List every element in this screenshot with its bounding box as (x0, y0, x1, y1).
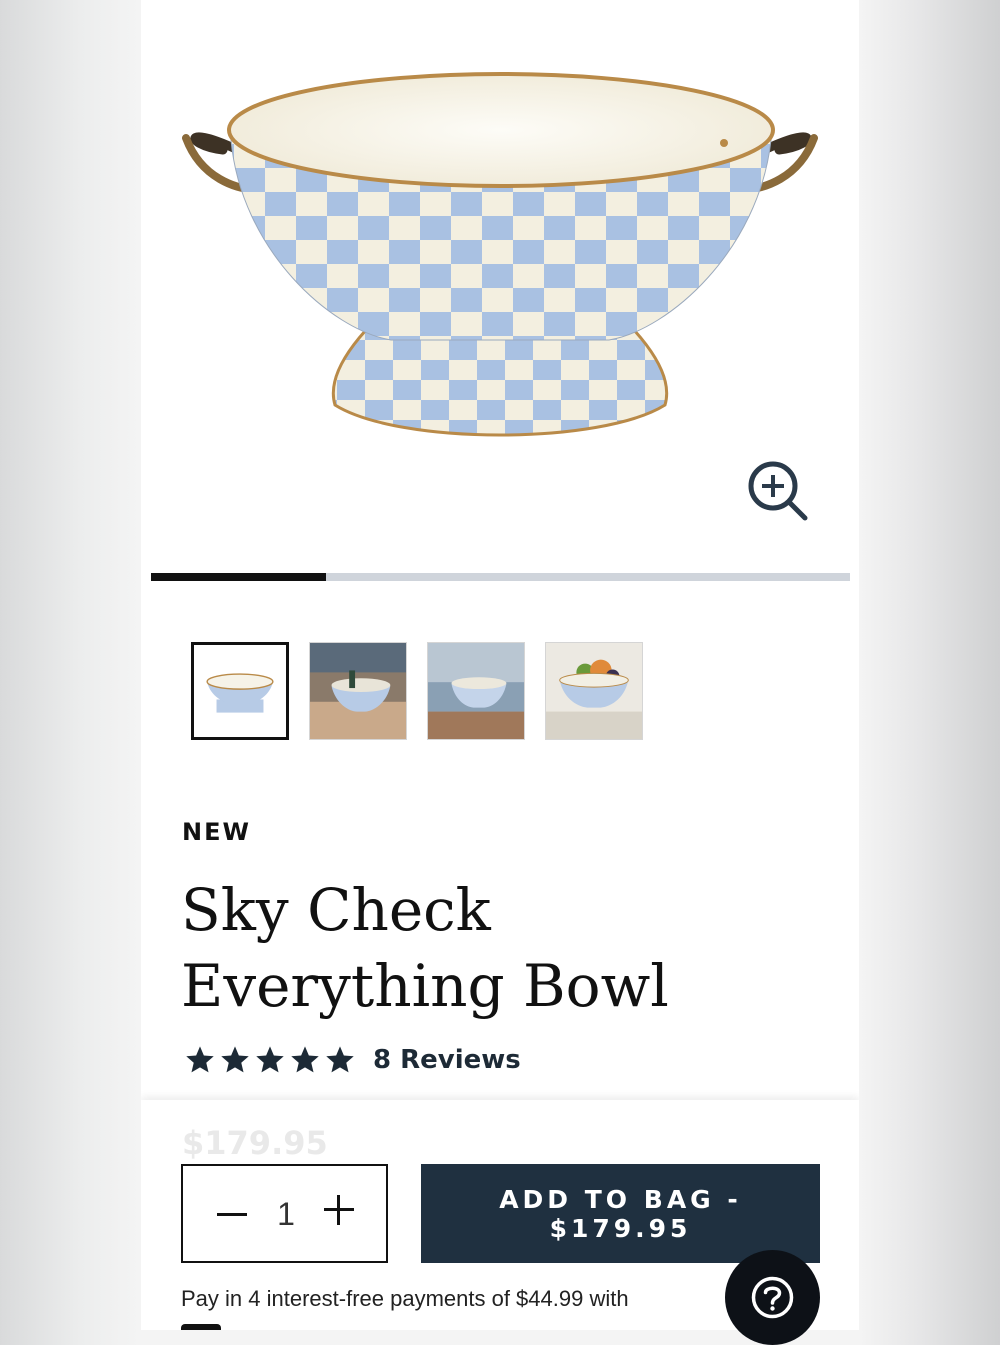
add-to-bag-button[interactable]: ADD TO BAG - $179.95 (421, 1164, 820, 1263)
payment-provider-logo (181, 1324, 221, 1330)
gallery-progress-fill (151, 573, 326, 581)
product-page: NEW Sky Check Everything Bowl 8 Reviews … (141, 0, 859, 1330)
installments-text: Pay in 4 interest-free payments of $44.9… (181, 1286, 629, 1311)
thumbnail-bowl-product[interactable] (191, 642, 289, 740)
star-icon (186, 1046, 214, 1073)
star-icon (291, 1046, 319, 1073)
quantity-value[interactable]: 1 (271, 1196, 301, 1233)
star-icon (256, 1046, 284, 1073)
thumbnail-bowl-table-scene[interactable] (309, 642, 407, 740)
price-label: $179.95 (182, 1124, 328, 1162)
zoom-in-icon (748, 461, 808, 521)
star-icon (221, 1046, 249, 1073)
new-badge: NEW (182, 818, 251, 846)
question-mark-icon (751, 1276, 794, 1319)
product-hero-image[interactable] (141, 0, 859, 560)
star-icon (326, 1046, 354, 1073)
thumbnail-strip (191, 642, 643, 740)
thumbnail-bowl-fruit-scene[interactable] (545, 642, 643, 740)
product-title: Sky Check Everything Bowl (181, 876, 669, 1020)
help-button[interactable] (725, 1250, 820, 1345)
thumbnail-bowl-bar-scene[interactable] (427, 642, 525, 740)
reviews-link[interactable]: 8 Reviews (373, 1045, 521, 1075)
product-rating: 8 Reviews (184, 1044, 521, 1076)
decrease-quantity-button[interactable] (211, 1200, 251, 1230)
gallery-progress-bar (151, 573, 850, 581)
zoom-in-button[interactable] (745, 458, 811, 524)
increase-quantity-button[interactable] (319, 1190, 359, 1230)
quantity-stepper: 1 (181, 1164, 388, 1263)
